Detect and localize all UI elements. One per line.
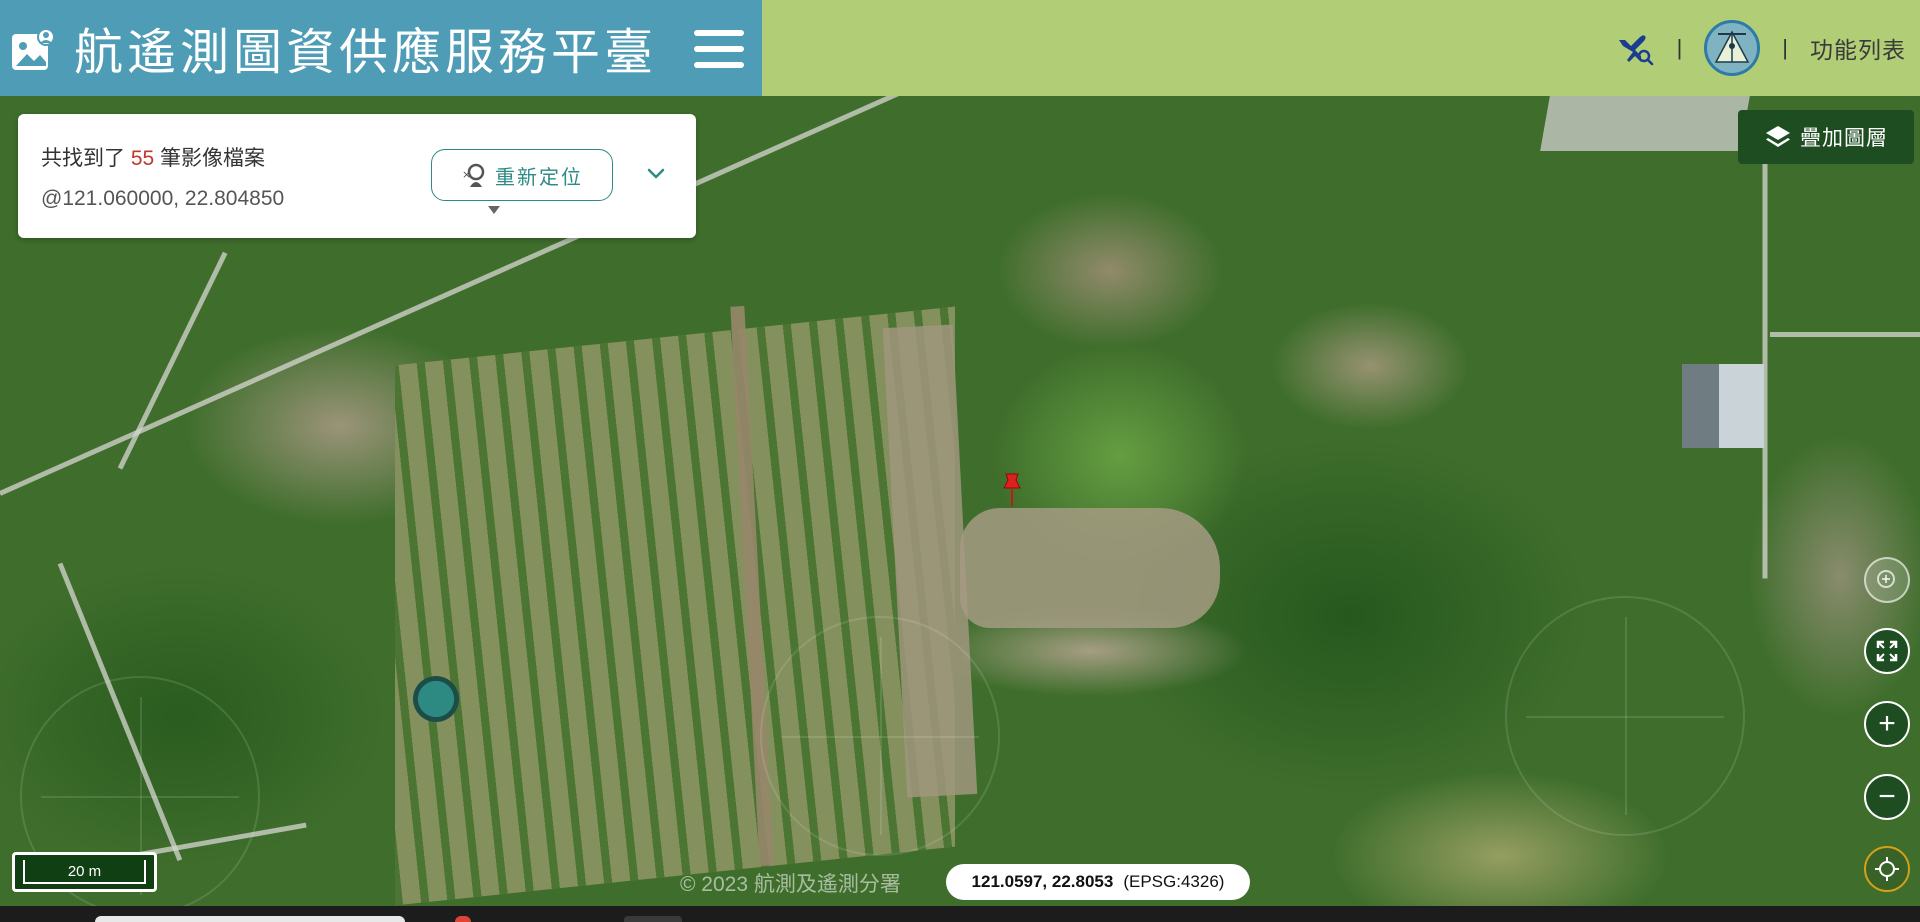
browser-status-dot [455, 916, 471, 922]
zoom-in-button[interactable]: + [1864, 701, 1910, 747]
map-feature-road [1762, 138, 1768, 579]
airplane-search-icon[interactable] [1615, 28, 1655, 68]
relocate-label: 重新定位 [495, 166, 583, 189]
image-user-icon [12, 28, 55, 70]
header-separator: | [1782, 35, 1788, 60]
search-coordinates: @121.060000, 22.804850 [41, 187, 285, 210]
cursor-coords: 121.0597, 22.8053 [971, 872, 1114, 891]
map-feature-building [1682, 364, 1764, 448]
relocate-caret-icon [488, 206, 500, 214]
zoom-out-button[interactable]: − [1864, 774, 1910, 820]
relocate-search-icon: × [462, 163, 485, 187]
browser-address-pill[interactable] [95, 916, 405, 922]
copyright-notice: © 2023 航測及遙測分署 [680, 873, 901, 896]
fullscreen-icon [1876, 640, 1898, 662]
result-suffix: 筆影像檔案 [160, 147, 266, 170]
scale-label: 20 m [23, 860, 146, 884]
search-result-panel: 共找到了 55 筆影像檔案 @121.060000, 22.804850 × 重… [18, 114, 696, 238]
scale-bar: 20 m [12, 852, 157, 892]
brand-bar: 航遙測圖資供應服務平臺 [0, 0, 762, 96]
overlay-layers-button[interactable]: 疊加圖層 [1738, 110, 1914, 164]
watermark-logo [1505, 596, 1745, 836]
crs-label: (EPSG:4326) [1123, 872, 1225, 891]
cursor-coordinate-readout: 121.0597, 22.8053 (EPSG:4326) [946, 864, 1250, 900]
app-title: 航遙測圖資供應服務平臺 [74, 25, 658, 80]
map-feature-bare-ground [960, 508, 1220, 628]
overlay-layers-label: 疊加圖層 [1800, 127, 1888, 150]
map-feature-road [1770, 332, 1920, 337]
browser-bottom-bar [0, 906, 1920, 922]
header-actions: | | 功能列表 [1615, 0, 1906, 96]
agency-logo-icon[interactable] [1704, 20, 1761, 76]
fullscreen-button[interactable] [1864, 628, 1910, 674]
locate-button[interactable] [1864, 846, 1910, 892]
zoom-in-icon: + [1878, 707, 1896, 740]
layers-icon [1766, 126, 1790, 147]
result-summary: 共找到了 55 筆影像檔案 [41, 142, 265, 172]
result-prefix: 共找到了 [41, 147, 125, 170]
zoom-out-icon: − [1878, 780, 1896, 813]
red-pushpin-icon[interactable] [1000, 472, 1024, 508]
watermark-logo [760, 616, 1000, 856]
result-count: 55 [130, 147, 155, 170]
map-feature-parking-lot [1540, 96, 1750, 151]
map-feature-water-tank [413, 676, 459, 722]
header-separator: | [1676, 35, 1683, 60]
map-feature-road [117, 251, 228, 470]
hamburger-menu-icon[interactable] [694, 30, 744, 68]
locate-icon [1875, 857, 1899, 881]
function-list-menu[interactable]: 功能列表 [1810, 31, 1906, 65]
browser-tab-handle[interactable] [624, 916, 682, 922]
svg-text:×: × [462, 168, 473, 181]
app-header: 航遙測圖資供應服務平臺 | | 功能列表 [0, 0, 1920, 96]
chevron-down-icon[interactable] [640, 158, 672, 190]
zoom-search-button[interactable] [1864, 557, 1910, 603]
zoom-search-icon [1877, 570, 1895, 588]
relocate-button[interactable]: × 重新定位 [431, 149, 613, 201]
